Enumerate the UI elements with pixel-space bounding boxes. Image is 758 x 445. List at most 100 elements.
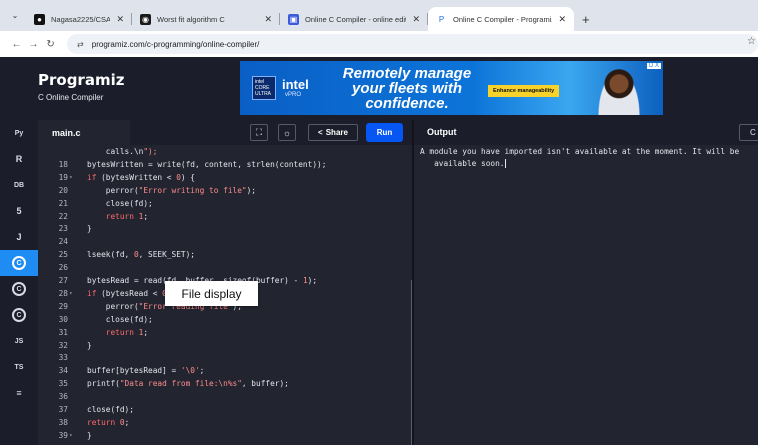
line-number: 30 <box>58 314 68 324</box>
tab-close-icon[interactable]: ✕ <box>258 14 272 25</box>
ad-person-image <box>596 67 642 115</box>
line-number: 23 <box>58 224 68 234</box>
code-text: } <box>87 224 92 234</box>
line-number: 37 <box>58 405 68 414</box>
code-line[interactable]: 32} <box>38 340 412 351</box>
fullscreen-icon[interactable]: ⛶ <box>250 124 268 141</box>
code-line[interactable]: calls.\n"); <box>38 146 412 157</box>
programiz-logo[interactable]: Programiz <box>38 71 124 89</box>
more-icon: ≡ <box>16 388 22 398</box>
share-label: Share <box>325 128 348 137</box>
code-line[interactable]: 36 <box>38 391 412 402</box>
fold-arrow-icon[interactable]: ▾ <box>69 430 77 441</box>
code-text: if (bytesWritten < 0) { <box>87 172 195 182</box>
code-line[interactable]: 30 close(fd); <box>38 314 412 325</box>
tab-close-icon[interactable]: ✕ <box>406 14 420 25</box>
tab-search-icon[interactable]: ⌄ <box>4 4 26 26</box>
code-text: printf("Data read from file:\n%s", buffe… <box>87 379 289 389</box>
theme-toggle-icon[interactable]: ☼ <box>278 124 296 141</box>
site-info-icon[interactable]: ⇄ <box>77 40 84 49</box>
language-csharp[interactable]: C <box>0 302 38 328</box>
back-icon[interactable]: ← <box>8 39 25 50</box>
line-number: 31 <box>58 327 68 337</box>
clear-button[interactable]: C <box>739 124 758 141</box>
code-line[interactable]: 34 buffer[bytesRead] = '\0'; <box>38 365 412 376</box>
js-icon: JS <box>14 337 24 345</box>
ad-brand: intel <box>282 77 309 92</box>
programiz-icon: P <box>438 14 445 24</box>
code-line[interactable]: 24 <box>38 236 412 247</box>
github-icon: ● <box>34 13 45 25</box>
python-icon: Py <box>14 129 24 137</box>
tab-close-icon[interactable]: ✕ <box>552 14 566 25</box>
code-line[interactable]: 35 printf("Data read from file:\n%s", buf… <box>38 378 412 389</box>
language-html[interactable]: 5 <box>0 198 38 224</box>
output-title: Output <box>427 127 457 137</box>
language-cpp[interactable]: C <box>0 276 38 302</box>
new-tab-button[interactable]: + <box>574 7 598 31</box>
output-header: Output C <box>414 120 758 145</box>
language-sql[interactable]: DB <box>0 172 38 198</box>
reload-icon[interactable]: ↻ <box>42 39 59 50</box>
code-line[interactable]: 33 <box>38 352 412 363</box>
language-r[interactable]: R <box>0 146 38 172</box>
code-line[interactable]: 20 perror("Error writing to file"); <box>38 185 412 196</box>
run-button[interactable]: Run <box>366 123 403 142</box>
editor-toolbar: main.c ⛶ ☼ < Share Run <box>38 120 412 145</box>
ad-headline: Remotely manage your fleets with confide… <box>342 65 472 112</box>
tab-title: Worst fit algorithm C <box>157 14 225 24</box>
code-line[interactable]: 18 bytesWritten = write(fd, content, strl… <box>38 159 412 170</box>
code-line[interactable]: 39 ▾} <box>38 430 412 441</box>
browser-tab[interactable]: ▣ Online C Compiler - online edit ✕ <box>280 7 428 31</box>
code-line[interactable]: 31 return 1; <box>38 327 412 338</box>
code-line[interactable]: 26 <box>38 262 412 273</box>
ad-banner[interactable]: intel CORE ULTRA intel vPRO Remotely man… <box>240 61 663 115</box>
share-icon: < <box>318 128 323 137</box>
ts-icon: TS <box>14 363 24 371</box>
code-line[interactable]: 21 close(fd); <box>38 198 412 209</box>
code-line[interactable]: 38 return 0; <box>38 417 412 428</box>
line-number: 22 <box>58 211 68 221</box>
line-number: 28 <box>58 288 68 298</box>
ad-choices-icon[interactable]: D X <box>646 63 661 69</box>
fold-arrow-icon[interactable]: ▾ <box>69 172 77 183</box>
language-python[interactable]: Py <box>0 120 38 146</box>
code-text: } <box>87 340 92 350</box>
r-icon: R <box>15 154 23 164</box>
language-more[interactable]: ≡ <box>0 380 38 406</box>
code-text: perror("Error writing to file"); <box>87 185 256 195</box>
browser-tab[interactable]: ◉ Worst fit algorithm C ✕ <box>132 7 280 31</box>
code-line[interactable]: 19 ▾ if (bytesWritten < 0) { <box>38 172 412 183</box>
page-subtitle: C Online Compiler <box>38 93 104 102</box>
line-number: 36 <box>58 392 68 402</box>
file-tab-main-c[interactable]: main.c <box>38 120 130 145</box>
browser-tab[interactable]: ● Nagasa2225/CSA0405-OPERAT✕ <box>26 7 132 31</box>
html-icon: 5 <box>16 206 22 216</box>
line-number: 18 <box>58 159 68 169</box>
globe-icon: ◉ <box>140 13 151 25</box>
browser-tab[interactable]: P Online C Compiler - Programiz ✕ <box>428 7 574 31</box>
code-line[interactable]: 23} <box>38 223 412 234</box>
code-text: calls.\n"); <box>87 147 158 156</box>
ad-brand-sub: vPRO <box>285 92 302 98</box>
code-text: close(fd); <box>87 314 153 324</box>
tab-title: Online C Compiler - online edit <box>305 14 407 24</box>
language-java[interactable]: J <box>0 224 38 250</box>
language-js[interactable]: JS <box>0 328 38 354</box>
code-text: return 0; <box>87 417 130 427</box>
tab-close-icon[interactable]: ✕ <box>110 14 124 25</box>
forward-icon[interactable]: → <box>25 39 42 50</box>
language-c[interactable]: C <box>0 250 38 276</box>
share-button[interactable]: < Share <box>308 124 358 141</box>
bookmark-star-icon[interactable]: ☆ <box>747 36 756 47</box>
output-console[interactable]: A module you have imported isn't availab… <box>414 145 758 445</box>
code-line[interactable]: 25 lseek(fd, 0, SEEK_SET); <box>38 249 412 260</box>
ad-cta-button[interactable]: Enhance manageability <box>488 85 560 97</box>
fold-arrow-icon[interactable]: ▾ <box>69 288 77 299</box>
address-bar[interactable]: ⇄ programiz.com/c-programming/online-com… <box>67 34 758 54</box>
code-text: return 1; <box>105 211 149 221</box>
language-ts[interactable]: TS <box>0 354 38 380</box>
code-text: close(fd); <box>87 405 134 414</box>
code-line[interactable]: 37 close(fd); <box>38 404 412 415</box>
code-line[interactable]: 22 return 1; <box>38 211 412 222</box>
